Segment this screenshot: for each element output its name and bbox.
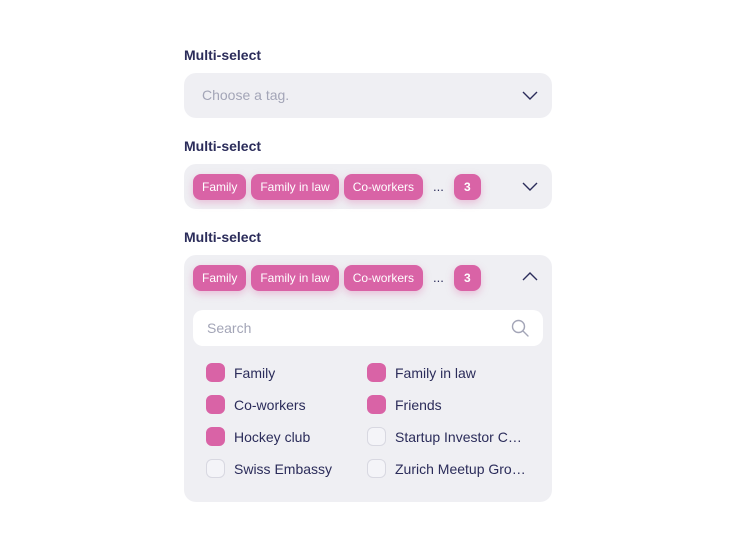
select-1-label: Multi-select <box>184 47 262 63</box>
option-label: Swiss Embassy <box>234 460 333 477</box>
chip-list: Family Family in law Co-workers ... 3 <box>193 265 481 291</box>
option-item[interactable]: Family in law <box>367 363 532 382</box>
chip[interactable]: Family <box>193 174 247 200</box>
overflow-ellipsis: ... <box>433 270 444 285</box>
overflow-ellipsis: ... <box>433 179 444 194</box>
multi-select-empty[interactable]: Choose a tag. <box>184 73 552 118</box>
chevron-down-icon[interactable] <box>522 87 538 103</box>
checkbox-unchecked[interactable] <box>367 459 386 478</box>
checkbox-checked[interactable] <box>206 363 225 382</box>
option-label: Zurich Meetup Grou... <box>395 460 529 477</box>
option-item[interactable]: Zurich Meetup Grou... <box>367 459 532 478</box>
chip[interactable]: Co-workers <box>343 265 424 291</box>
checkbox-unchecked[interactable] <box>367 427 386 446</box>
chip[interactable]: Family in law <box>251 265 339 291</box>
chevron-up-icon[interactable] <box>522 269 538 285</box>
chip-list: Family Family in law Co-workers ... 3 <box>193 174 481 200</box>
more-count-badge[interactable]: 3 <box>453 265 481 291</box>
checkbox-unchecked[interactable] <box>206 459 225 478</box>
option-label: Co-workers <box>234 396 306 413</box>
chevron-down-icon[interactable] <box>522 178 538 194</box>
search-placeholder: Search <box>207 320 252 336</box>
select-placeholder: Choose a tag. <box>202 87 290 103</box>
select-3-label: Multi-select <box>184 229 262 245</box>
chip[interactable]: Co-workers <box>343 174 424 200</box>
select-2-label: Multi-select <box>184 138 262 154</box>
option-item[interactable]: Friends <box>367 395 532 414</box>
option-item[interactable]: Co-workers <box>206 395 371 414</box>
multi-select-filled[interactable]: Family Family in law Co-workers ... 3 <box>184 164 552 209</box>
option-label: Family in law <box>395 364 476 381</box>
option-label: Family <box>234 364 276 381</box>
option-item[interactable]: Family <box>206 363 371 382</box>
option-item[interactable]: Swiss Embassy <box>206 459 371 478</box>
option-label: Friends <box>395 396 442 413</box>
chip[interactable]: Family <box>193 265 247 291</box>
checkbox-checked[interactable] <box>206 427 225 446</box>
chip[interactable]: Family in law <box>251 174 339 200</box>
more-count-badge[interactable]: 3 <box>453 174 481 200</box>
search-input[interactable]: Search <box>193 310 543 346</box>
option-item[interactable]: Startup Investor Col... <box>367 427 532 446</box>
option-item[interactable]: Hockey club <box>206 427 371 446</box>
option-label: Hockey club <box>234 428 311 445</box>
multi-select-open: Family Family in law Co-workers ... 3 Se… <box>184 255 552 502</box>
search-icon <box>511 319 529 337</box>
checkbox-checked[interactable] <box>206 395 225 414</box>
checkbox-checked[interactable] <box>367 363 386 382</box>
checkbox-checked[interactable] <box>367 395 386 414</box>
option-label: Startup Investor Col... <box>395 428 529 445</box>
